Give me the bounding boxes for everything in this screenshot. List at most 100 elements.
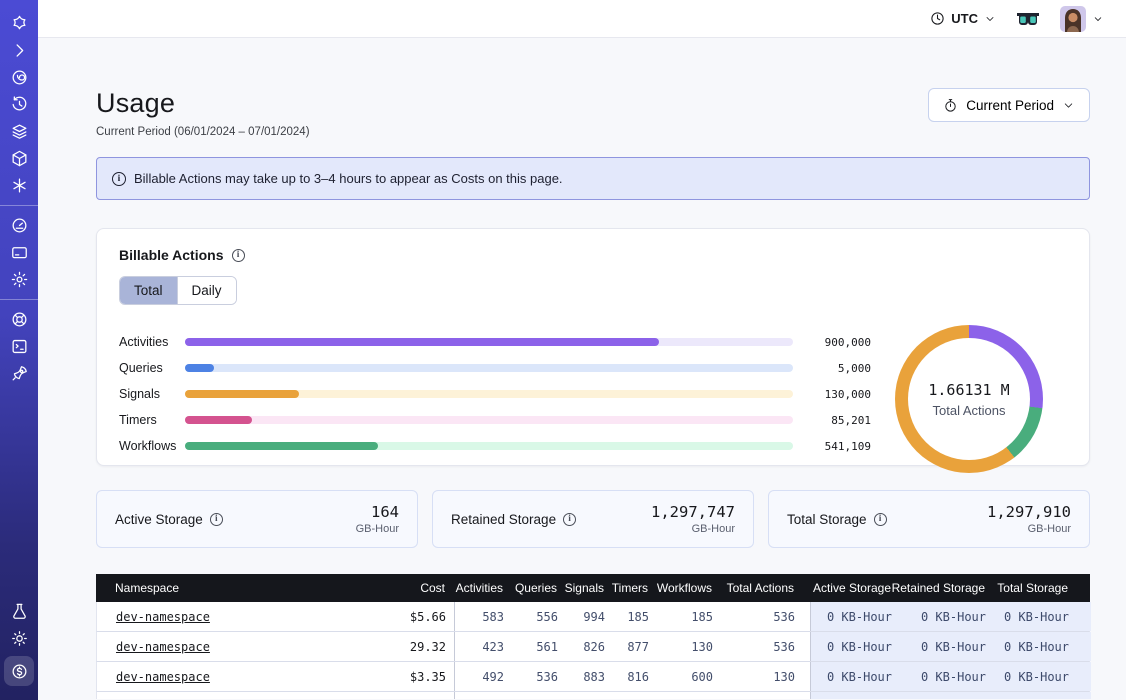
settings-gear-icon[interactable] (0, 266, 38, 293)
total-actions-cell: 536 (713, 632, 810, 661)
workflows-cell: 185 (649, 602, 713, 631)
chevron-down-icon (984, 13, 996, 25)
chevron-right-icon[interactable] (0, 37, 38, 64)
bar-track (185, 442, 793, 450)
workflows-cell: 130 (649, 632, 713, 661)
total-storage-value: 1,297,910 (987, 503, 1071, 521)
activities-cell: 583 (454, 602, 504, 631)
column-header-activities[interactable]: Activities (453, 574, 503, 602)
user-menu[interactable] (1060, 6, 1104, 32)
bar-fill (185, 364, 214, 372)
column-header-retained-storage[interactable]: Retained Storage (891, 574, 985, 602)
page-subtitle: Current Period (06/01/2024 – 07/01/2024) (96, 126, 310, 138)
column-header-active-storage[interactable]: Active Storage (809, 574, 891, 602)
activities-cell: 492 (454, 662, 504, 691)
bar-value: 130,000 (793, 388, 871, 401)
table-row: dev-namespace $3.35 492 536 883 816 600 … (96, 662, 1090, 692)
total-actions-cell: 536 (713, 602, 810, 631)
namespace-link[interactable]: dev-namespace (116, 610, 210, 624)
theme-sun-icon[interactable] (0, 625, 38, 652)
column-header-cost[interactable]: Cost (357, 574, 453, 602)
bar-fill (185, 416, 252, 424)
table-row: dev-namespace $5.66 583 556 994 185 185 … (96, 602, 1090, 632)
stopwatch-icon (943, 98, 958, 113)
active-storage-card: Active Storage i 164 GB-Hour (96, 490, 418, 548)
cube-icon[interactable] (0, 145, 38, 172)
timezone-selector[interactable]: UTC (930, 11, 996, 26)
cost-coin-icon[interactable] (4, 656, 34, 686)
bar-value: 85,201 (793, 414, 871, 427)
content: Usage Current Period (06/01/2024 – 07/01… (38, 38, 1126, 700)
column-header-queries[interactable]: Queries (503, 574, 557, 602)
info-icon[interactable]: i (563, 513, 576, 526)
queries-cell: 561 (504, 632, 558, 661)
schedules-clock-icon[interactable] (0, 91, 38, 118)
total-storage-label: Total Storage (787, 512, 867, 527)
table-row: dev-namespace 29.32 423 561 826 877 130 … (96, 632, 1090, 662)
info-icon[interactable]: i (874, 513, 887, 526)
bar-value: 5,000 (793, 362, 871, 375)
column-header-total-storage[interactable]: Total Storage (985, 574, 1090, 602)
total-storage-unit: GB-Hour (987, 523, 1071, 535)
docs-terminal-icon[interactable] (0, 333, 38, 360)
bar-track (185, 390, 793, 398)
tab-total[interactable]: Total (120, 277, 177, 304)
table-header-row: Namespace Cost Activities Queries Signal… (96, 574, 1090, 602)
temporal-logo-icon[interactable] (0, 10, 38, 37)
info-icon[interactable]: i (210, 513, 223, 526)
billable-view-tabs: Total Daily (119, 276, 237, 305)
period-selector-button[interactable]: Current Period (928, 88, 1090, 122)
clock-icon (930, 11, 945, 26)
total-storage-cell: 0 KB-Hour (986, 602, 1091, 631)
bar-label: Queries (119, 361, 185, 375)
bar-row-signals: Signals 130,000 (119, 381, 871, 407)
support-lifebuoy-icon[interactable] (0, 306, 38, 333)
retained-storage-unit: GB-Hour (651, 523, 735, 535)
bar-value: 541,109 (793, 440, 871, 453)
column-header-workflows[interactable]: Workflows (648, 574, 712, 602)
usage-gauge-icon[interactable] (0, 212, 38, 239)
bar-row-activities: Activities 900,000 (119, 329, 871, 355)
sidebar-divider (0, 299, 38, 300)
active-storage-cell: 0 KB-Hour (810, 602, 892, 631)
total-storage-cell: 0 KB-Hour (986, 662, 1091, 691)
rocket-icon[interactable] (0, 360, 38, 387)
billable-actions-title: Billable Actions (119, 247, 224, 263)
active-storage-value: 164 (356, 503, 399, 521)
column-header-timers[interactable]: Timers (604, 574, 648, 602)
retained-storage-cell: 0 KB-Hour (892, 602, 986, 631)
cost-cell: $3.35 (358, 662, 454, 691)
column-header-total-actions[interactable]: Total Actions (712, 574, 809, 602)
storage-summary-row: Active Storage i 164 GB-Hour Retained St… (96, 490, 1090, 548)
billing-card-icon[interactable] (0, 239, 38, 266)
bar-label: Signals (119, 387, 185, 401)
total-storage-card: Total Storage i 1,297,910 GB-Hour (768, 490, 1090, 548)
column-header-namespace[interactable]: Namespace (96, 574, 357, 602)
timers-cell: 185 (605, 602, 649, 631)
namespace-link[interactable]: dev-namespace (116, 640, 210, 654)
info-banner-text: Billable Actions may take up to 3–4 hour… (134, 171, 563, 186)
total-storage-cell: 0 KB-Hour (986, 632, 1091, 661)
activities-cell: 423 (454, 632, 504, 661)
tab-daily[interactable]: Daily (177, 277, 236, 304)
lab-flask-icon[interactable] (0, 598, 38, 625)
namespaces-spiral-icon[interactable] (0, 64, 38, 91)
retained-storage-label: Retained Storage (451, 512, 556, 527)
glasses-icon[interactable] (1016, 12, 1040, 26)
bar-track (185, 364, 793, 372)
retained-storage-cell: 0 KB-Hour (892, 662, 986, 691)
active-storage-unit: GB-Hour (356, 523, 399, 535)
signals-cell: 883 (558, 662, 605, 691)
column-header-signals[interactable]: Signals (557, 574, 604, 602)
bar-label: Workflows (119, 439, 185, 453)
layers-icon[interactable] (0, 118, 38, 145)
table-row-partial (96, 692, 1090, 699)
chevron-down-icon (1062, 99, 1075, 112)
timers-cell: 877 (605, 632, 649, 661)
namespace-link[interactable]: dev-namespace (116, 670, 210, 684)
main-area: UTC Usage Current Period (06/01/2024 – 0… (38, 0, 1126, 700)
asterisk-icon[interactable] (0, 172, 38, 199)
period-selector-label: Current Period (966, 98, 1054, 113)
page-title: Usage (96, 88, 310, 119)
info-icon[interactable]: i (232, 249, 245, 262)
